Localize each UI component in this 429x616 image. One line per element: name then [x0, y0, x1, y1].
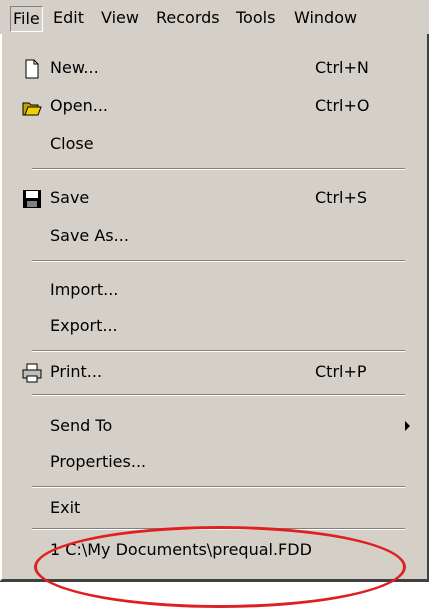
menu-bar: File Edit View Records Tools Window	[0, 0, 429, 35]
menu-item-save-shortcut: Ctrl+S	[315, 188, 368, 207]
menu-tools[interactable]: Tools	[234, 6, 277, 30]
menu-item-send-to[interactable]: Send To	[2, 410, 425, 442]
menu-item-exit-label: Exit	[50, 498, 81, 517]
menu-separator	[32, 260, 405, 262]
menu-view[interactable]: View	[99, 6, 141, 30]
menu-separator	[32, 486, 405, 488]
menu-item-save-as[interactable]: Save As...	[2, 220, 425, 252]
menu-item-recent-file[interactable]: 1 C:\My Documents\prequal.FDD	[2, 534, 425, 566]
menu-item-close-label: Close	[50, 134, 94, 153]
menu-item-exit[interactable]: Exit	[2, 492, 425, 524]
submenu-arrow-icon	[405, 421, 410, 431]
floppy-disk-icon	[22, 188, 42, 208]
menu-item-new-shortcut: Ctrl+N	[315, 58, 369, 77]
menu-window[interactable]: Window	[292, 6, 359, 30]
menu-item-print-label: Print...	[50, 362, 103, 381]
menu-separator	[32, 528, 405, 530]
menu-item-import[interactable]: Import...	[2, 274, 425, 306]
new-document-icon	[22, 58, 42, 79]
menu-separator	[32, 168, 405, 170]
menu-separator	[32, 350, 405, 352]
printer-icon	[22, 362, 42, 383]
menu-item-recent-file-label: 1 C:\My Documents\prequal.FDD	[50, 540, 312, 559]
file-menu-dropdown: New... Ctrl+N Open... Ctrl+O Close Save …	[0, 34, 429, 581]
menu-item-new-label: New...	[50, 58, 99, 77]
window-background	[0, 581, 429, 616]
menu-item-close[interactable]: Close	[2, 128, 425, 160]
menu-file[interactable]: File	[10, 6, 43, 32]
menu-item-new[interactable]: New... Ctrl+N	[2, 52, 425, 84]
menu-item-save-as-label: Save As...	[50, 226, 129, 245]
menu-item-open-shortcut: Ctrl+O	[315, 96, 370, 115]
menu-item-print[interactable]: Print... Ctrl+P	[2, 356, 425, 388]
menu-item-save[interactable]: Save Ctrl+S	[2, 182, 425, 214]
menu-item-save-label: Save	[50, 188, 90, 207]
menu-item-import-label: Import...	[50, 280, 119, 299]
menu-item-send-to-label: Send To	[50, 416, 113, 435]
menu-edit[interactable]: Edit	[51, 6, 86, 30]
menu-item-print-shortcut: Ctrl+P	[315, 362, 367, 381]
menu-item-properties[interactable]: Properties...	[2, 446, 425, 478]
open-folder-icon	[22, 96, 42, 116]
menu-item-properties-label: Properties...	[50, 452, 147, 471]
menu-item-open-label: Open...	[50, 96, 108, 115]
menu-item-export-label: Export...	[50, 316, 118, 335]
menu-records[interactable]: Records	[154, 6, 222, 30]
menu-separator	[32, 394, 405, 396]
menu-item-open[interactable]: Open... Ctrl+O	[2, 90, 425, 122]
menu-item-export[interactable]: Export...	[2, 310, 425, 342]
